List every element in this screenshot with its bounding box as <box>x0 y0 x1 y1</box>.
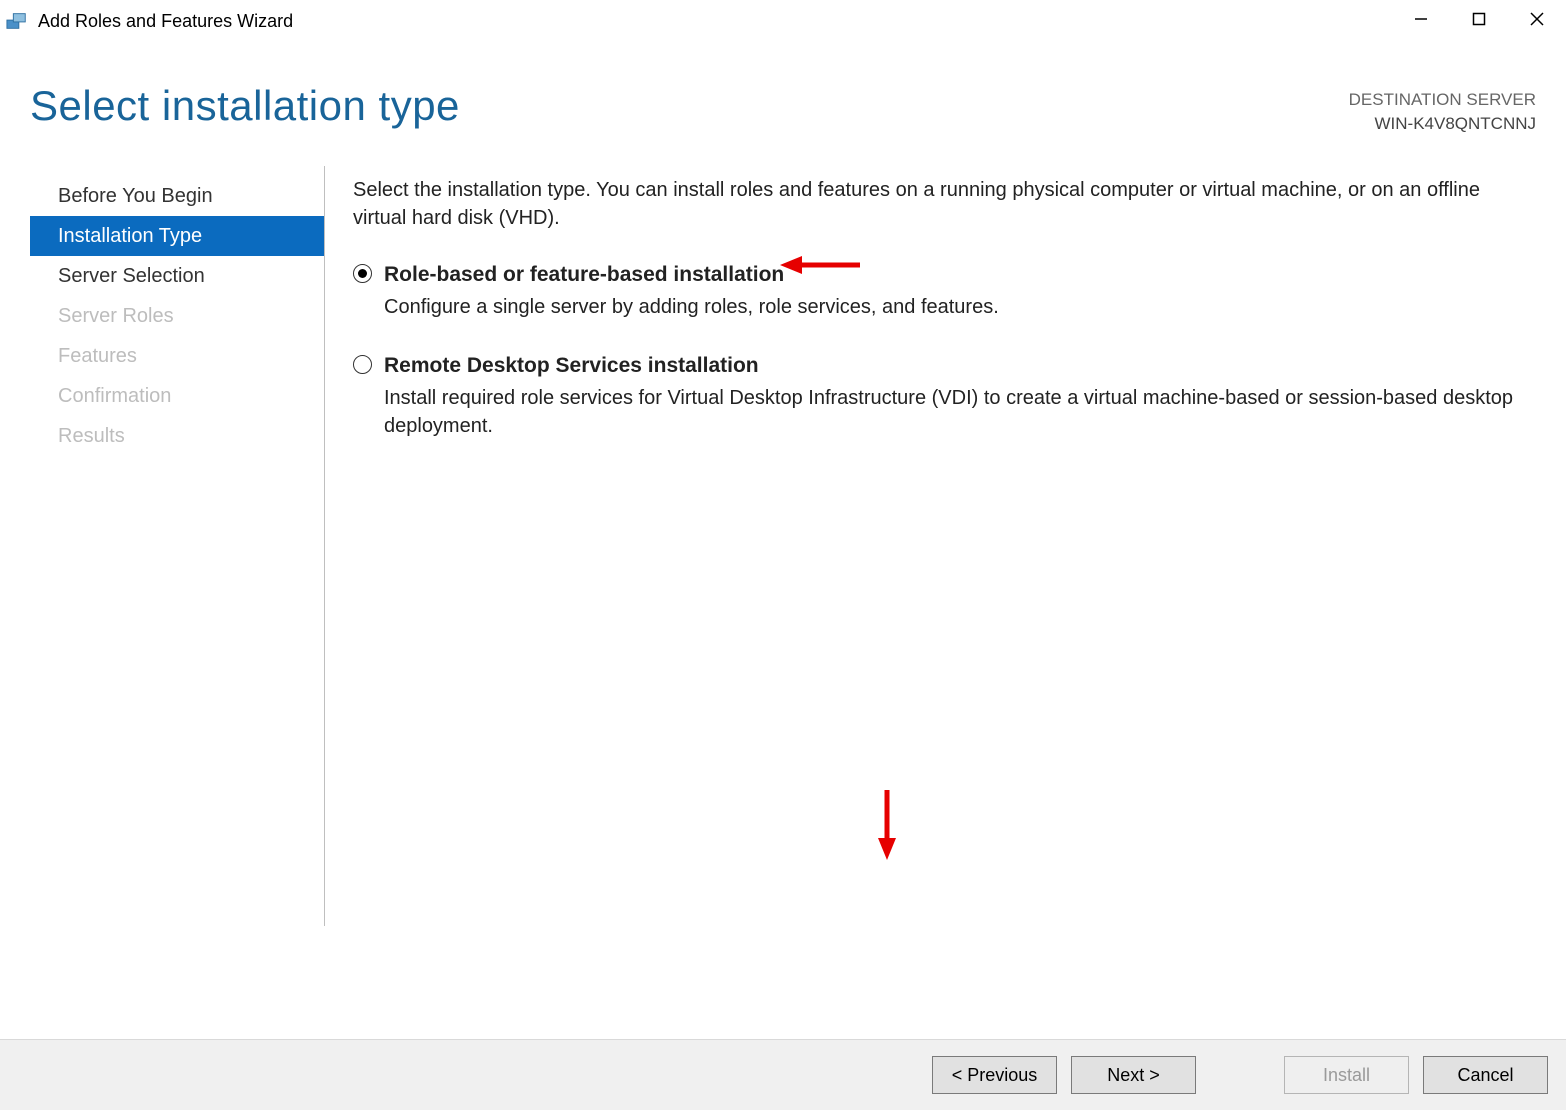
body-region: Before You Begin Installation Type Serve… <box>0 146 1566 926</box>
minimize-button[interactable] <box>1392 0 1450 38</box>
content-panel: Select the installation type. You can in… <box>353 166 1536 926</box>
destination-name: WIN-K4V8QNTCNNJ <box>1349 112 1536 136</box>
header-region: Select installation type DESTINATION SER… <box>0 42 1566 146</box>
window-controls <box>1392 0 1566 38</box>
radio-button-icon <box>353 264 372 283</box>
next-button[interactable]: Next > <box>1071 1056 1196 1094</box>
previous-button[interactable]: < Previous <box>932 1056 1057 1094</box>
window-title: Add Roles and Features Wizard <box>38 11 293 32</box>
instruction-text: Select the installation type. You can in… <box>353 176 1526 232</box>
radio-rds-desc: Install required role services for Virtu… <box>384 384 1526 440</box>
titlebar: Add Roles and Features Wizard <box>0 0 1566 42</box>
cancel-button[interactable]: Cancel <box>1423 1056 1548 1094</box>
sidebar-item-before-you-begin[interactable]: Before You Begin <box>30 176 324 216</box>
footer: < Previous Next > Install Cancel <box>0 1039 1566 1110</box>
install-button: Install <box>1284 1056 1409 1094</box>
radio-rds-title: Remote Desktop Services installation <box>384 351 759 380</box>
maximize-button[interactable] <box>1450 0 1508 38</box>
sidebar-item-features: Features <box>30 336 324 376</box>
sidebar: Before You Begin Installation Type Serve… <box>0 166 325 926</box>
sidebar-item-confirmation: Confirmation <box>30 376 324 416</box>
close-button[interactable] <box>1508 0 1566 38</box>
sidebar-item-results: Results <box>30 416 324 456</box>
server-manager-icon <box>6 10 28 32</box>
radio-role-based[interactable]: Role-based or feature-based installation <box>353 260 1526 289</box>
page-title: Select installation type <box>30 82 460 130</box>
sidebar-item-server-selection[interactable]: Server Selection <box>30 256 324 296</box>
radio-role-based-desc: Configure a single server by adding role… <box>384 293 1526 321</box>
destination-label: DESTINATION SERVER <box>1349 88 1536 112</box>
radio-role-based-title: Role-based or feature-based installation <box>384 260 784 289</box>
sidebar-item-installation-type[interactable]: Installation Type <box>30 216 324 256</box>
sidebar-item-server-roles: Server Roles <box>30 296 324 336</box>
radio-rds[interactable]: Remote Desktop Services installation <box>353 351 1526 380</box>
destination-block: DESTINATION SERVER WIN-K4V8QNTCNNJ <box>1349 82 1536 136</box>
radio-button-icon <box>353 355 372 374</box>
